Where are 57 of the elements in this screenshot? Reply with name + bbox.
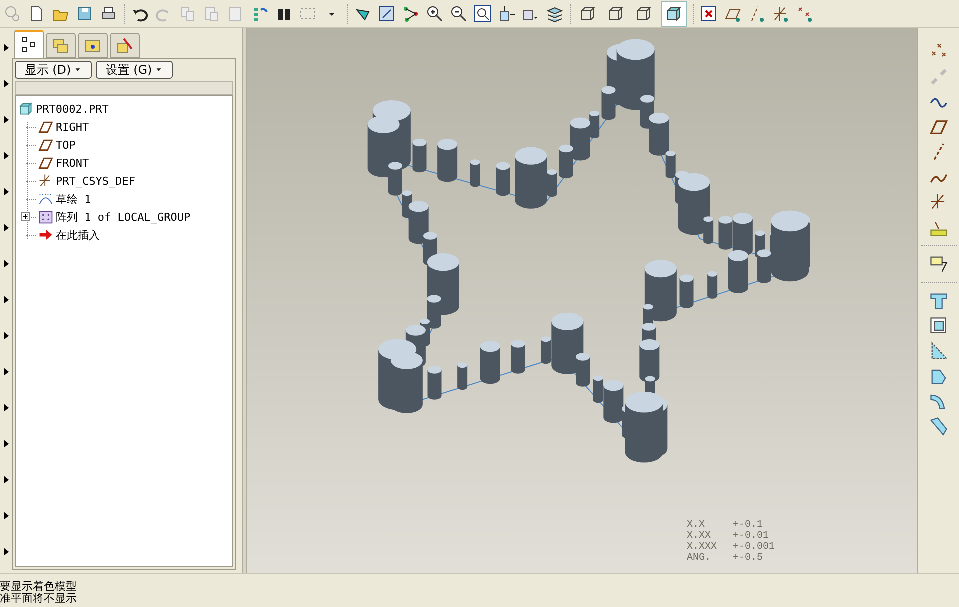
pattern-icon <box>38 209 54 225</box>
tree-item[interactable]: PRT0002.PRT <box>36 102 109 116</box>
hole-icon[interactable] <box>928 291 948 311</box>
tolerance-value: +-0.5 <box>733 553 764 564</box>
reorient-icon[interactable] <box>498 4 516 22</box>
datum-plane-icon <box>38 137 54 153</box>
annotation-icon[interactable] <box>928 254 948 274</box>
sash-handle[interactable] <box>242 28 247 573</box>
insert-arrow-icon <box>38 227 54 243</box>
no-hidden-icon <box>635 4 653 22</box>
caret-icon <box>74 66 82 74</box>
save-icon[interactable] <box>76 4 94 22</box>
close-window-icon[interactable] <box>700 4 718 22</box>
spin-center-icon[interactable] <box>402 4 420 22</box>
connections-icon <box>116 36 134 54</box>
folders-icon <box>52 36 70 54</box>
tree-item[interactable]: PRT_CSYS_DEF <box>56 174 136 188</box>
navigator-tab[interactable] <box>14 30 44 58</box>
tolerance-label: X.X <box>687 520 706 531</box>
tolerance-label: X.XX <box>687 531 712 542</box>
menu-dropdown-button[interactable]: 显示 (D) <box>15 61 92 79</box>
shaded-cube-icon <box>665 4 683 22</box>
tree-item[interactable]: RIGHT <box>56 120 90 134</box>
sketch-icon <box>38 191 54 207</box>
chamfer-icon[interactable] <box>928 416 948 436</box>
expand-arrow-icon[interactable] <box>4 44 8 52</box>
shell-icon[interactable] <box>928 316 948 336</box>
print-icon[interactable] <box>100 4 118 22</box>
tolerance-label: X.XXX <box>687 542 718 553</box>
display-style-button[interactable] <box>661 0 687 26</box>
zoom-fit-icon[interactable] <box>474 4 492 22</box>
tolerance-value: +-0.1 <box>733 520 764 531</box>
tolerance-value: +-0.001 <box>733 542 776 553</box>
status-message: 准平面将不显示 <box>0 593 78 605</box>
layers-icon[interactable] <box>546 4 564 22</box>
tree-item[interactable]: 阵列 1 of LOCAL_GROUP <box>56 210 191 224</box>
datum-plane-icon <box>38 155 54 171</box>
csys-display-icon[interactable] <box>772 4 790 22</box>
zoom-out-icon[interactable] <box>450 4 468 22</box>
tolerance-label: ANG. <box>687 553 712 564</box>
tree-item[interactable]: FRONT <box>56 156 90 170</box>
hidden-line-icon <box>607 4 625 22</box>
part-cube-icon <box>18 101 34 117</box>
point-display-icon[interactable] <box>796 4 814 22</box>
datum-plane-icon <box>38 119 54 135</box>
wireframe-icon <box>579 4 597 22</box>
refit-icon[interactable] <box>378 4 396 22</box>
zoom-in-icon[interactable] <box>426 4 444 22</box>
caret-icon <box>155 66 164 74</box>
tolerance-value: +-0.01 <box>733 531 770 542</box>
expand-icon[interactable] <box>21 212 30 221</box>
status-message: 要显示着色模型 <box>0 581 78 593</box>
tree-item[interactable]: 草绘 1 <box>56 192 92 206</box>
tree-item[interactable]: TOP <box>56 138 76 152</box>
tree-item[interactable]: 在此插入 <box>56 228 100 242</box>
tree-icon <box>20 36 38 54</box>
menu-dropdown-button[interactable]: 设置 (G) <box>96 61 173 79</box>
